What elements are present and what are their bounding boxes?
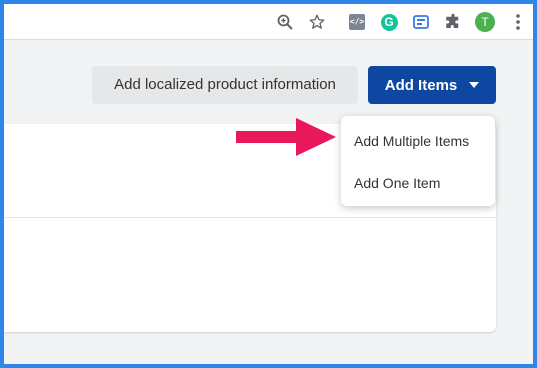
grammarly-label: G — [380, 13, 398, 31]
reader-extension-icon[interactable] — [409, 10, 433, 34]
annotation-arrow-icon — [236, 118, 336, 156]
card-divider — [4, 217, 496, 218]
zoom-icon[interactable] — [273, 10, 297, 34]
profile-avatar[interactable]: T — [473, 10, 497, 34]
code-extension-label: </> — [349, 14, 365, 30]
puzzle-icon[interactable] — [441, 10, 465, 34]
menu-item-add-multiple-items[interactable]: Add Multiple Items — [354, 133, 469, 149]
star-icon[interactable] — [305, 10, 329, 34]
caret-down-icon — [469, 82, 480, 88]
more-menu-icon[interactable] — [506, 10, 530, 34]
add-localized-info-button[interactable]: Add localized product information — [92, 66, 358, 104]
add-items-dropdown: Add Multiple Items Add One Item — [341, 116, 495, 206]
add-items-button[interactable]: Add Items — [368, 66, 496, 104]
code-extension-icon[interactable]: </> — [345, 10, 369, 34]
page-content: Add localized product information Add It… — [4, 40, 533, 364]
screenshot-frame: </> G T Add localized product informatio… — [4, 4, 533, 364]
browser-toolbar: </> G T — [4, 4, 533, 40]
add-items-label: Add Items — [384, 76, 458, 94]
grammarly-icon[interactable]: G — [377, 10, 401, 34]
profile-initial: T — [475, 12, 495, 32]
menu-item-add-one-item[interactable]: Add One Item — [354, 175, 440, 191]
